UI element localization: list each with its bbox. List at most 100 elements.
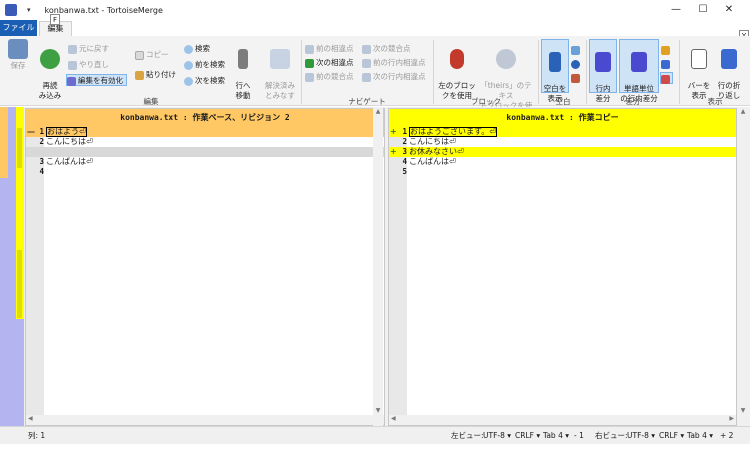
show-whitespace-button[interactable]: 空白を 表示	[541, 39, 569, 103]
status-left-eol[interactable]: CRLF ▾	[515, 427, 540, 445]
ignore-comments-icon	[661, 74, 670, 84]
right-line-4[interactable]: 4 こんばんは⏎	[389, 157, 736, 167]
window-title: konbanwa.txt - TortoiseMerge	[44, 5, 163, 15]
paste-button[interactable]: 貼り付け	[135, 69, 176, 81]
bar-icon	[691, 49, 707, 69]
tab-file[interactable]: ファイル	[0, 20, 37, 36]
left-pane[interactable]: konbanwa.txt : 作業ベース、リビジョン 2 — 1 おはよう⏎ 2…	[25, 108, 385, 426]
ribbon-tab-row	[0, 20, 750, 36]
next-conflict-button[interactable]: 次の競合点	[362, 43, 411, 55]
title-bar: ▾ konbanwa.txt - TortoiseMerge	[0, 0, 750, 20]
copy-icon	[135, 50, 144, 60]
diff-option-3[interactable]	[660, 72, 673, 84]
filter-icon	[661, 45, 670, 55]
whitespace-icon	[571, 73, 580, 83]
ribbon: 保存 再読 み込み 元に戻す やり直し 編集を有効化 コピー 貼り付け 検索 前…	[0, 36, 750, 120]
refresh-icon	[40, 49, 60, 69]
status-left-view: 左ビュー:	[451, 431, 484, 440]
right-pane-header: konbanwa.txt : 作業コピー	[389, 109, 736, 127]
whitespace-group-label: 空白	[555, 97, 571, 106]
next-inline-diff-button[interactable]: 次の行内相違点	[362, 71, 426, 83]
right-vertical-scrollbar[interactable]: ▲ ▼	[738, 108, 748, 426]
save-button[interactable]: 保存	[6, 39, 30, 71]
checkmark-icon	[270, 49, 290, 69]
whitespace-option-2[interactable]	[571, 58, 582, 70]
locator-change-1	[17, 128, 22, 168]
whitespace-option-3[interactable]	[571, 72, 582, 84]
left-line-4[interactable]: 4	[26, 167, 384, 177]
left-horizontal-scrollbar[interactable]: ◀ ▶	[26, 415, 384, 425]
use-theirs-icon	[496, 49, 516, 69]
separator	[433, 40, 434, 104]
separator	[538, 40, 539, 104]
right-line-3[interactable]: + 3 お休みなさい⏎	[389, 147, 736, 157]
whitespace-option-1[interactable]	[571, 44, 582, 56]
scroll-up-arrow-icon[interactable]: ▲	[738, 108, 748, 115]
status-right-tab[interactable]: Tab 4 ▾	[687, 427, 713, 445]
close-button[interactable]: ✕	[722, 3, 736, 17]
word-inline-diff-button[interactable]: 単語単位 の行内差分	[619, 39, 659, 103]
undo-icon	[68, 44, 77, 54]
diff-option-1[interactable]	[661, 44, 672, 56]
reload-button[interactable]: 再読 み込み	[36, 39, 64, 101]
redo-icon	[68, 60, 77, 70]
mark-resolved-button[interactable]: 解決済み とみなす	[262, 39, 298, 101]
locator-bar-right[interactable]	[8, 107, 16, 426]
scroll-right-arrow-icon[interactable]: ▶	[729, 415, 734, 422]
scroll-up-arrow-icon[interactable]: ▲	[373, 108, 383, 115]
status-right-encoding[interactable]: UTF-8 ▾	[627, 427, 655, 445]
word-wrap-button[interactable]: 行の折 り返し	[714, 39, 744, 101]
show-bar-button[interactable]: バーを 表示	[684, 39, 714, 101]
prev-inline-diff-button[interactable]: 前の行内相違点	[362, 57, 426, 69]
search-button[interactable]: 検索	[184, 43, 210, 55]
inline-diff-button[interactable]: 行内 差分	[589, 39, 617, 103]
search-next-button[interactable]: 次を検索	[184, 75, 225, 87]
quick-access-dropdown[interactable]: ▾	[27, 6, 31, 14]
left-line-placeholder	[26, 147, 384, 157]
status-left-encoding[interactable]: UTF-8 ▾	[483, 427, 511, 445]
ignore-case-icon	[661, 59, 670, 69]
tortoisemerge-app-icon[interactable]	[5, 4, 17, 16]
undo-button[interactable]: 元に戻す	[68, 43, 109, 55]
minimize-button[interactable]: —	[669, 3, 683, 17]
arrow-up-icon	[305, 72, 314, 82]
status-right-eol[interactable]: CRLF ▾	[659, 427, 684, 445]
edit-enable-icon	[67, 76, 76, 86]
search-prev-button[interactable]: 前を検索	[184, 59, 225, 71]
scroll-left-arrow-icon[interactable]: ◀	[28, 415, 33, 422]
right-line-5[interactable]: 5	[389, 167, 736, 177]
scroll-down-arrow-icon[interactable]: ▼	[373, 407, 383, 414]
left-line-3[interactable]: 3 こんばんは⏎	[26, 157, 384, 167]
goto-line-button[interactable]: 行へ 移動	[232, 39, 254, 101]
maximize-button[interactable]: ☐	[696, 3, 710, 17]
view-group-label: 表示	[707, 97, 723, 106]
use-left-block-button[interactable]: 左のブロッ クを使用	[438, 39, 476, 101]
redo-button[interactable]: やり直し	[68, 59, 109, 71]
arrow-down-icon	[305, 58, 314, 68]
right-horizontal-scrollbar[interactable]: ◀ ▶	[389, 415, 736, 425]
scroll-left-arrow-icon[interactable]: ◀	[391, 415, 396, 422]
right-line-1[interactable]: + 1 おはようございます。⏎	[389, 127, 736, 137]
whitespace-icon	[571, 59, 580, 69]
copy-button[interactable]: コピー	[135, 49, 169, 61]
keytip-f: F	[50, 14, 60, 25]
diff-option-2[interactable]	[661, 58, 672, 70]
prev-diff-button[interactable]: 前の相違点	[305, 43, 354, 55]
separator	[301, 40, 302, 104]
right-line-2[interactable]: 2 こんにちは⏎	[389, 137, 736, 147]
left-line-2[interactable]: 2 こんにちは⏎	[26, 137, 384, 147]
separator	[586, 40, 587, 104]
status-left-tab[interactable]: Tab 4 ▾	[543, 427, 569, 445]
left-line-1[interactable]: — 1 おはよう⏎	[26, 127, 384, 137]
separator	[679, 40, 680, 104]
enable-edit-button[interactable]: 編集を有効化	[66, 74, 127, 86]
pilcrow-icon	[549, 52, 561, 72]
right-pane[interactable]: konbanwa.txt : 作業コピー + 1 おはようございます。⏎ 2 こ…	[388, 108, 737, 426]
scroll-down-arrow-icon[interactable]: ▼	[738, 407, 748, 414]
prev-conflict-button[interactable]: 前の競合点	[305, 71, 354, 83]
next-diff-button[interactable]: 次の相違点	[305, 57, 354, 69]
left-vertical-scrollbar[interactable]: ▲ ▼	[373, 108, 383, 426]
navigate-group-label: ナビゲート	[348, 97, 386, 106]
arrow-right-icon	[362, 72, 371, 82]
inline-diff-icon	[595, 52, 611, 72]
